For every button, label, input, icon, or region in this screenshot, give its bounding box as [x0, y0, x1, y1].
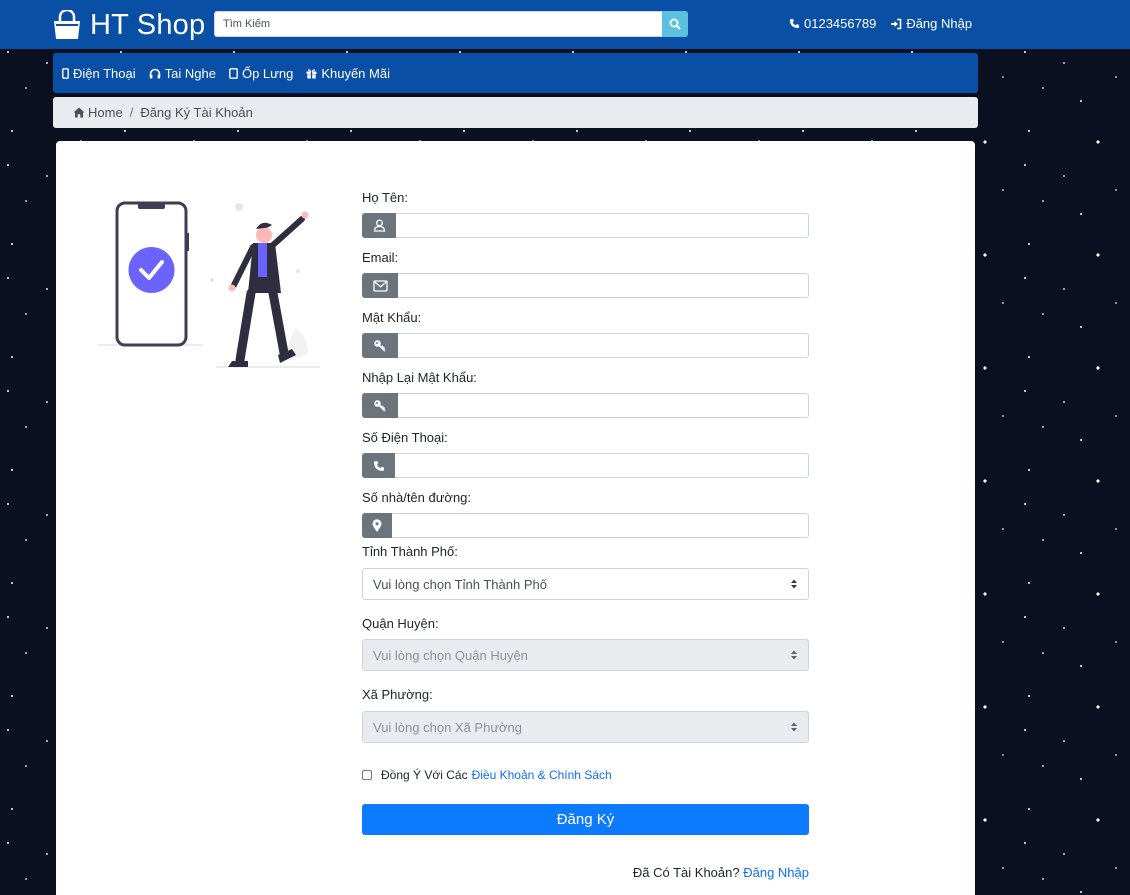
- nav-item-cases[interactable]: Ốp Lưng: [229, 66, 293, 81]
- site-logo[interactable]: HT Shop: [52, 8, 205, 42]
- gift-icon: [306, 68, 317, 78]
- header-login-link[interactable]: Đăng Nhập: [890, 16, 972, 31]
- mobile-icon: [62, 67, 69, 79]
- phone-input[interactable]: [395, 453, 809, 478]
- nav-item-label: Điện Thoại: [73, 65, 136, 81]
- login-link[interactable]: Đăng Nhập: [743, 865, 809, 880]
- sort-caret-icon: [791, 722, 797, 732]
- province-select[interactable]: Vui lòng chọn Tỉnh Thành Phố: [362, 568, 809, 600]
- confirm-password-group: [362, 393, 809, 418]
- password-label: Mật Khẩu:: [362, 310, 422, 325]
- header-phone-number: 0123456789: [804, 16, 877, 31]
- address-input[interactable]: [392, 513, 809, 538]
- sign-in-icon: [891, 18, 902, 29]
- phone-verified-illustration: [98, 201, 320, 368]
- district-select[interactable]: Vui lòng chọn Quận Huyện: [362, 639, 809, 671]
- nav-item-label: Ốp Lưng: [241, 65, 294, 81]
- logo-text: HT Shop: [90, 8, 206, 41]
- header-phone[interactable]: 0123456789: [789, 16, 876, 31]
- nav-item-headphones[interactable]: Tai Nghe: [149, 66, 216, 81]
- breadcrumb-current: Đăng Ký Tài Khoản: [140, 105, 253, 120]
- nav-item-promotions[interactable]: Khuyến Mãi: [306, 66, 390, 81]
- home-icon: [73, 107, 85, 118]
- search-bar: [214, 11, 688, 37]
- password-group: [362, 333, 809, 358]
- ward-select[interactable]: Vui lòng chọn Xã Phường: [362, 711, 809, 743]
- key-icon: [362, 393, 398, 418]
- header-login-label: Đăng Nhập: [906, 16, 973, 31]
- terms-text: Đồng Ý Với Các: [381, 768, 468, 782]
- header-actions: 0123456789 Đăng Nhập: [789, 16, 972, 31]
- phone-label: Số Điện Thoại:: [362, 430, 448, 445]
- key-icon: [362, 333, 398, 358]
- register-card: Họ Tên: Email: Mật Khẩu: Nhập Lại Mật Kh…: [56, 141, 975, 895]
- breadcrumb-separator: /: [129, 105, 134, 120]
- phone-icon: [362, 453, 395, 478]
- top-header: HT Shop 0123456789 Đăng Nhập: [0, 0, 1130, 49]
- sort-caret-icon: [791, 579, 797, 589]
- headphones-icon: [149, 68, 160, 78]
- breadcrumb: Home / Đăng Ký Tài Khoản: [53, 97, 978, 128]
- envelope-icon: [362, 273, 398, 298]
- password-input[interactable]: [398, 333, 809, 358]
- user-icon: [362, 213, 396, 238]
- phone-group: [362, 453, 809, 478]
- terms-agreement: Đồng Ý Với Các Điều Khoản & Chính Sách: [362, 768, 612, 782]
- terms-checkbox[interactable]: [362, 770, 372, 780]
- province-select-value: Vui lòng chọn Tỉnh Thành Phố: [373, 576, 547, 592]
- phone-icon: [789, 18, 800, 29]
- district-label: Quận Huyện:: [362, 616, 439, 631]
- email-input[interactable]: [398, 273, 809, 298]
- map-marker-icon: [362, 513, 392, 538]
- confirm-password-input[interactable]: [398, 393, 809, 418]
- email-label: Email:: [362, 250, 399, 265]
- address-group: [362, 513, 809, 538]
- fullname-group: [362, 213, 809, 238]
- search-button[interactable]: [662, 11, 688, 37]
- have-account-line: Đã Có Tài Khoản? Đăng Nhập: [633, 865, 809, 880]
- have-account-text: Đã Có Tài Khoản?: [632, 865, 740, 880]
- ward-label: Xã Phường:: [362, 687, 433, 702]
- register-button[interactable]: Đăng Ký: [362, 804, 809, 835]
- tablet-icon: [229, 67, 238, 79]
- nav-item-phones[interactable]: Điện Thoại: [62, 66, 136, 81]
- search-input[interactable]: [214, 11, 662, 37]
- ward-select-value: Vui lòng chọn Xã Phường: [373, 719, 523, 735]
- breadcrumb-home[interactable]: Home: [88, 105, 123, 120]
- nav-item-label: Khuyến Mãi: [321, 65, 390, 81]
- main-nav: Điện Thoại Tai Nghe Ốp Lưng Khuyến Mãi: [53, 53, 978, 93]
- terms-link[interactable]: Điều Khoản & Chính Sách: [472, 768, 612, 782]
- sort-caret-icon: [791, 650, 797, 660]
- confirm-password-label: Nhập Lại Mật Khẩu:: [362, 370, 477, 385]
- email-group: [362, 273, 809, 298]
- search-icon: [669, 18, 681, 30]
- district-select-value: Vui lòng chọn Quận Huyện: [373, 647, 528, 663]
- address-label: Số nhà/tên đường:: [362, 490, 472, 505]
- fullname-label: Họ Tên:: [362, 190, 409, 205]
- shopping-bag-icon: [54, 10, 80, 39]
- nav-item-label: Tai Nghe: [164, 65, 216, 81]
- fullname-input[interactable]: [396, 213, 809, 238]
- province-label: Tỉnh Thành Phố:: [362, 544, 458, 559]
